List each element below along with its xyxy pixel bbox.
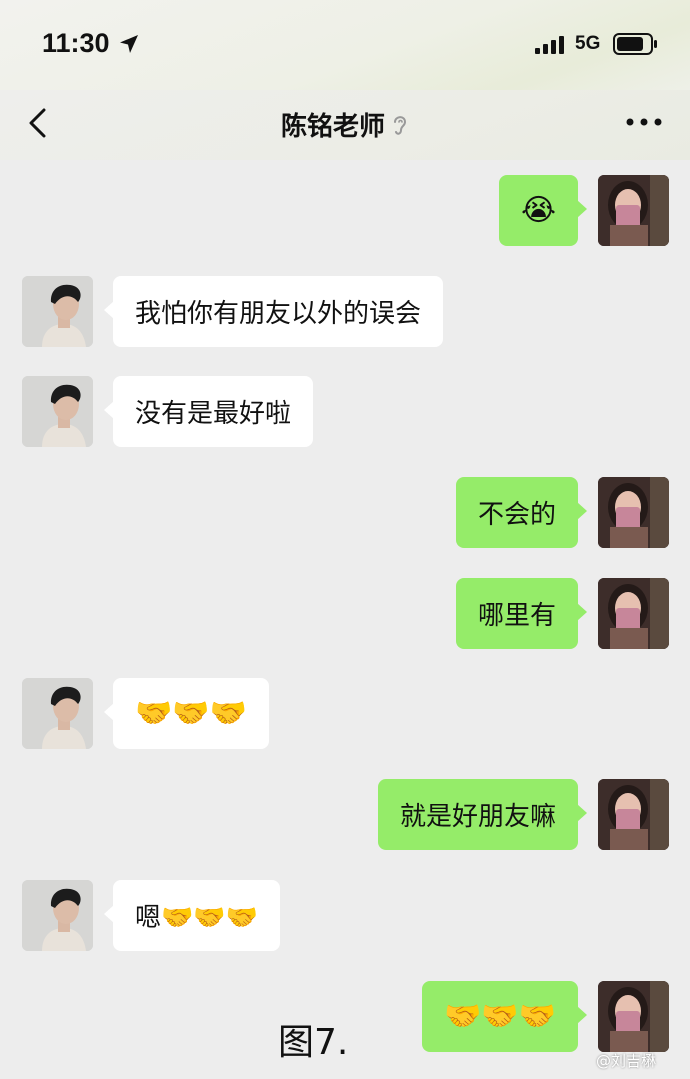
message-bubble[interactable]: 就是好朋友嘛	[377, 779, 588, 850]
avatar[interactable]	[598, 779, 669, 850]
message-row: 不会的	[0, 477, 690, 549]
message-text: 我怕你有朋友以外的误会	[135, 299, 422, 329]
message-text: 不会的	[477, 500, 556, 530]
watermark: @刘吉楙	[596, 1052, 657, 1070]
message-row: 🤝🤝🤝	[0, 678, 690, 750]
message-row: 没有是最好啦	[0, 376, 690, 448]
avatar[interactable]	[22, 276, 93, 347]
message-row: 😭	[0, 175, 690, 247]
message-text: 😭	[520, 192, 556, 228]
message-bubble[interactable]: 没有是最好啦	[103, 376, 314, 447]
message-bubble[interactable]: 😭	[498, 175, 588, 246]
message-text: 就是好朋友嘛	[399, 802, 556, 832]
figure-caption: 图7.	[278, 1022, 349, 1063]
message-row: 哪里有	[0, 578, 690, 650]
message-text: 嗯🤝🤝🤝	[135, 903, 259, 933]
message-bubble[interactable]: 🤝🤝🤝	[421, 981, 588, 1052]
message-text: 🤝🤝🤝	[135, 695, 248, 731]
network-label: 5G	[575, 33, 601, 54]
avatar[interactable]	[22, 376, 93, 447]
message-bubble[interactable]: 不会的	[455, 477, 588, 548]
message-bubble[interactable]: 嗯🤝🤝🤝	[103, 880, 281, 951]
chat-title-container: 陈铭老师	[0, 106, 690, 143]
message-text: 没有是最好啦	[135, 399, 292, 429]
avatar[interactable]	[598, 175, 669, 246]
status-bar: 11:30 5G	[0, 0, 690, 90]
chat-messages[interactable]: 😭 我怕你有朋友以外的误会 没有是最好啦 不会的 哪里有 🤝🤝🤝 就是好朋友嘛 …	[0, 160, 690, 1079]
status-time: 11:30	[42, 28, 110, 58]
battery-icon	[613, 33, 657, 55]
avatar[interactable]	[22, 880, 93, 951]
message-row: 嗯🤝🤝🤝	[0, 880, 690, 952]
message-text: 🤝🤝🤝	[443, 998, 556, 1034]
avatar[interactable]	[598, 981, 669, 1052]
avatar[interactable]	[22, 678, 93, 749]
chat-title: 陈铭老师	[280, 112, 385, 142]
more-dots-icon[interactable]	[624, 115, 664, 129]
message-bubble[interactable]: 我怕你有朋友以外的误会	[103, 276, 444, 347]
chat-header: 陈铭老师	[0, 90, 690, 160]
message-text: 哪里有	[477, 601, 556, 631]
message-bubble[interactable]: 🤝🤝🤝	[103, 678, 270, 749]
signal-bars-icon	[535, 36, 564, 54]
avatar[interactable]	[598, 578, 669, 649]
message-row: 我怕你有朋友以外的误会	[0, 276, 690, 348]
message-bubble[interactable]: 哪里有	[455, 578, 588, 649]
location-arrow-icon	[120, 35, 138, 53]
avatar[interactable]	[598, 477, 669, 548]
ear-icon	[394, 115, 407, 135]
message-row: 就是好朋友嘛	[0, 779, 690, 851]
